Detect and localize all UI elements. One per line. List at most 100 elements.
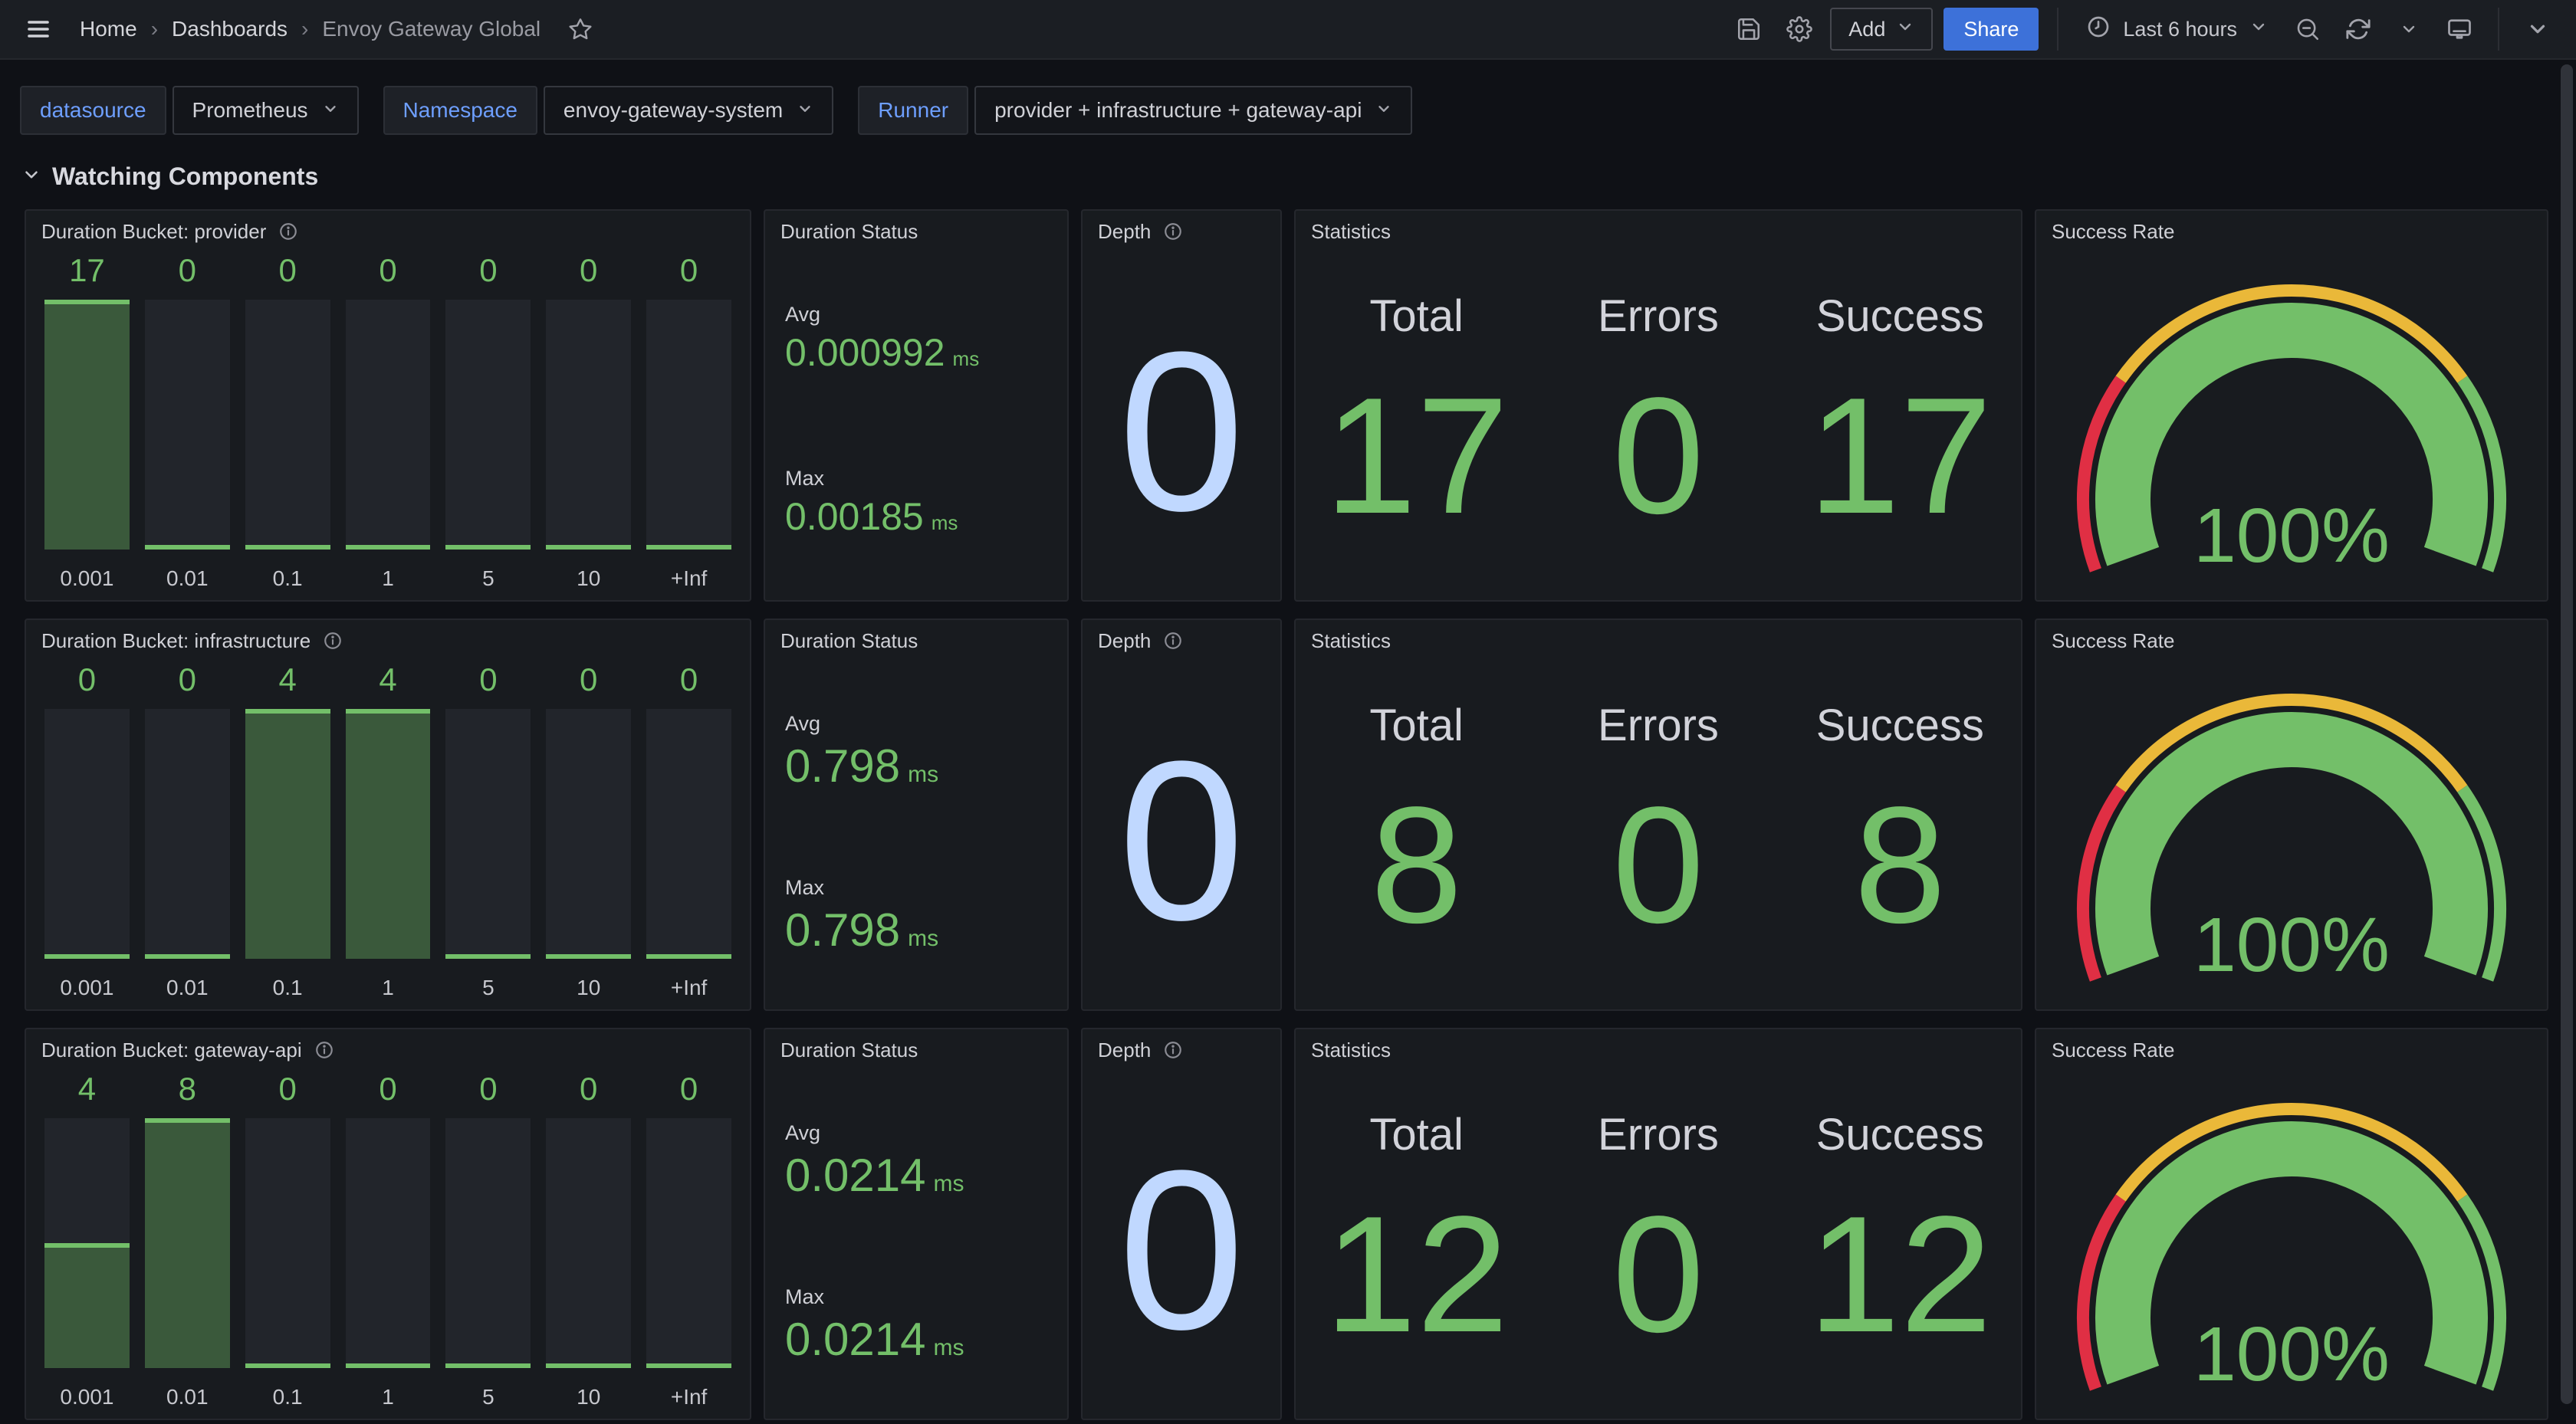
stat-label: Total bbox=[1369, 1109, 1464, 1160]
bar-fill-area bbox=[44, 1243, 130, 1368]
info-icon[interactable] bbox=[323, 631, 343, 651]
hamburger-icon bbox=[25, 15, 52, 43]
panel-title[interactable]: Statistics bbox=[1311, 1038, 1391, 1062]
datasource-select-value: Prometheus bbox=[192, 98, 308, 123]
depth-panel: Depth0 bbox=[1081, 1028, 1282, 1420]
info-icon[interactable] bbox=[1163, 631, 1183, 651]
bar-value-label: 0 bbox=[646, 661, 731, 709]
kiosk-mode-button[interactable] bbox=[2440, 9, 2479, 49]
depth-panel: Depth0 bbox=[1081, 618, 1282, 1011]
zoom-out-time-button[interactable] bbox=[2288, 9, 2328, 49]
panel-header: Depth bbox=[1083, 1029, 1280, 1071]
duration-bucket-panel: Duration Bucket: infrastructure00.00100.… bbox=[25, 618, 751, 1011]
bar-empty-area bbox=[546, 1118, 631, 1368]
info-icon[interactable] bbox=[278, 221, 298, 241]
statistics-panel: StatisticsTotal12Errors0Success12 bbox=[1294, 1028, 2022, 1420]
stat-column: Total17 bbox=[1296, 211, 1537, 600]
panel-title[interactable]: Success Rate bbox=[2052, 220, 2174, 244]
stat-column: Errors0 bbox=[1537, 620, 1779, 1009]
stat-value: 12 bbox=[1808, 1191, 1992, 1357]
bar bbox=[346, 709, 431, 959]
duration-status-panel: Duration StatusAvg0.0214msMax0.0214ms bbox=[764, 1028, 1069, 1420]
statistics-panel: StatisticsTotal8Errors0Success8 bbox=[1294, 618, 2022, 1011]
duration-status-panel: Duration StatusAvg0.000992msMax0.00185ms bbox=[764, 209, 1069, 602]
datasource-select[interactable]: Prometheus bbox=[172, 86, 359, 135]
bar-column: 01 bbox=[346, 252, 431, 591]
max-unit: ms bbox=[934, 1335, 964, 1360]
bar-column: 00.01 bbox=[145, 252, 230, 591]
success-rate-panel: Success Rate100% bbox=[2035, 209, 2548, 602]
dashboard-settings-button[interactable] bbox=[1779, 9, 1819, 49]
bar-column: 80.01 bbox=[145, 1071, 230, 1409]
gauge-chart: 100% bbox=[2036, 1029, 2547, 1419]
breadcrumb-home[interactable]: Home bbox=[80, 17, 137, 41]
save-dashboard-button[interactable] bbox=[1729, 9, 1769, 49]
bar-empty-area bbox=[646, 300, 731, 550]
bar bbox=[245, 1118, 330, 1368]
gauge-chart: 100% bbox=[2036, 211, 2547, 600]
bar-value-label: 0 bbox=[346, 1071, 431, 1118]
add-button[interactable]: Add bbox=[1830, 8, 1933, 51]
bar-axis-label: 0.001 bbox=[44, 1368, 130, 1409]
bar-axis-label: 0.01 bbox=[145, 1368, 230, 1409]
stat-value: 0 bbox=[1612, 1191, 1704, 1357]
info-icon[interactable] bbox=[1163, 1040, 1183, 1060]
collapse-nav-button[interactable] bbox=[2518, 9, 2558, 49]
stat-label: Success bbox=[1816, 290, 1984, 342]
bar-axis-label: 0.001 bbox=[44, 959, 130, 1000]
panel-title[interactable]: Success Rate bbox=[2052, 1038, 2174, 1062]
avg-number: 0.0214 bbox=[785, 1150, 926, 1201]
depth-stat-body: 0 bbox=[1083, 620, 1280, 1009]
breadcrumb-dashboards[interactable]: Dashboards bbox=[172, 17, 288, 41]
time-range-picker[interactable]: Last 6 hours bbox=[2077, 8, 2277, 51]
gauge-chart: 100% bbox=[2036, 620, 2547, 1009]
share-button[interactable]: Share bbox=[1944, 8, 2039, 51]
stat-column: Total8 bbox=[1296, 620, 1537, 1009]
panel-title[interactable]: Duration Status bbox=[780, 629, 918, 653]
panel-title[interactable]: Statistics bbox=[1311, 629, 1391, 653]
variable-datasource: datasource Prometheus bbox=[20, 86, 359, 135]
bar-empty-area bbox=[145, 300, 230, 550]
info-icon[interactable] bbox=[1163, 221, 1183, 241]
bar-axis-label: 10 bbox=[546, 550, 631, 591]
grafana-dashboard: Home › Dashboards › Envoy Gateway Global bbox=[0, 0, 2576, 1424]
bar-fill-area bbox=[646, 545, 731, 550]
max-unit: ms bbox=[932, 512, 958, 534]
bar-value-label: 0 bbox=[646, 252, 731, 300]
bar-fill-area bbox=[145, 1118, 230, 1368]
refresh-interval-dropdown[interactable] bbox=[2389, 9, 2429, 49]
favorite-star-icon[interactable] bbox=[560, 9, 600, 49]
page-scrollbar-thumb[interactable] bbox=[2561, 64, 2573, 1404]
breadcrumb-current-dashboard: Envoy Gateway Global bbox=[322, 17, 540, 41]
bar-empty-area bbox=[646, 1118, 731, 1368]
refresh-dashboard-button[interactable] bbox=[2338, 9, 2378, 49]
panel-header: Success Rate bbox=[2036, 1029, 2547, 1071]
runner-select[interactable]: provider + infrastructure + gateway-api bbox=[974, 86, 1412, 135]
bar-axis-label: 1 bbox=[346, 959, 431, 1000]
panel-title[interactable]: Duration Bucket: infrastructure bbox=[41, 629, 310, 653]
menu-toggle-button[interactable] bbox=[18, 9, 58, 49]
panel-title[interactable]: Duration Bucket: gateway-api bbox=[41, 1038, 302, 1062]
bar-column: 00.1 bbox=[245, 1071, 330, 1409]
namespace-select[interactable]: envoy-gateway-system bbox=[544, 86, 833, 135]
panel-title[interactable]: Duration Bucket: provider bbox=[41, 220, 266, 244]
bar-axis-label: +Inf bbox=[646, 550, 731, 591]
bar-fill-area bbox=[44, 954, 130, 959]
panel-title[interactable]: Success Rate bbox=[2052, 629, 2174, 653]
panel-title[interactable]: Depth bbox=[1098, 629, 1151, 653]
bar-axis-label: 0.1 bbox=[245, 550, 330, 591]
variable-namespace: Namespace envoy-gateway-system bbox=[383, 86, 834, 135]
info-icon[interactable] bbox=[314, 1040, 334, 1060]
max-number: 0.00185 bbox=[785, 496, 924, 538]
panel-title[interactable]: Duration Status bbox=[780, 1038, 918, 1062]
stat-label: Errors bbox=[1598, 1109, 1719, 1160]
panel-title[interactable]: Statistics bbox=[1311, 220, 1391, 244]
avg-value: 0.000992ms bbox=[785, 332, 979, 374]
variable-label: Runner bbox=[858, 86, 968, 135]
panel-title[interactable]: Duration Status bbox=[780, 220, 918, 244]
panel-title[interactable]: Depth bbox=[1098, 1038, 1151, 1062]
stat-label: Total bbox=[1369, 700, 1464, 751]
row-toggle-watching-components[interactable]: Watching Components bbox=[0, 135, 2576, 191]
bar-column: 41 bbox=[346, 661, 431, 1000]
panel-title[interactable]: Depth bbox=[1098, 220, 1151, 244]
